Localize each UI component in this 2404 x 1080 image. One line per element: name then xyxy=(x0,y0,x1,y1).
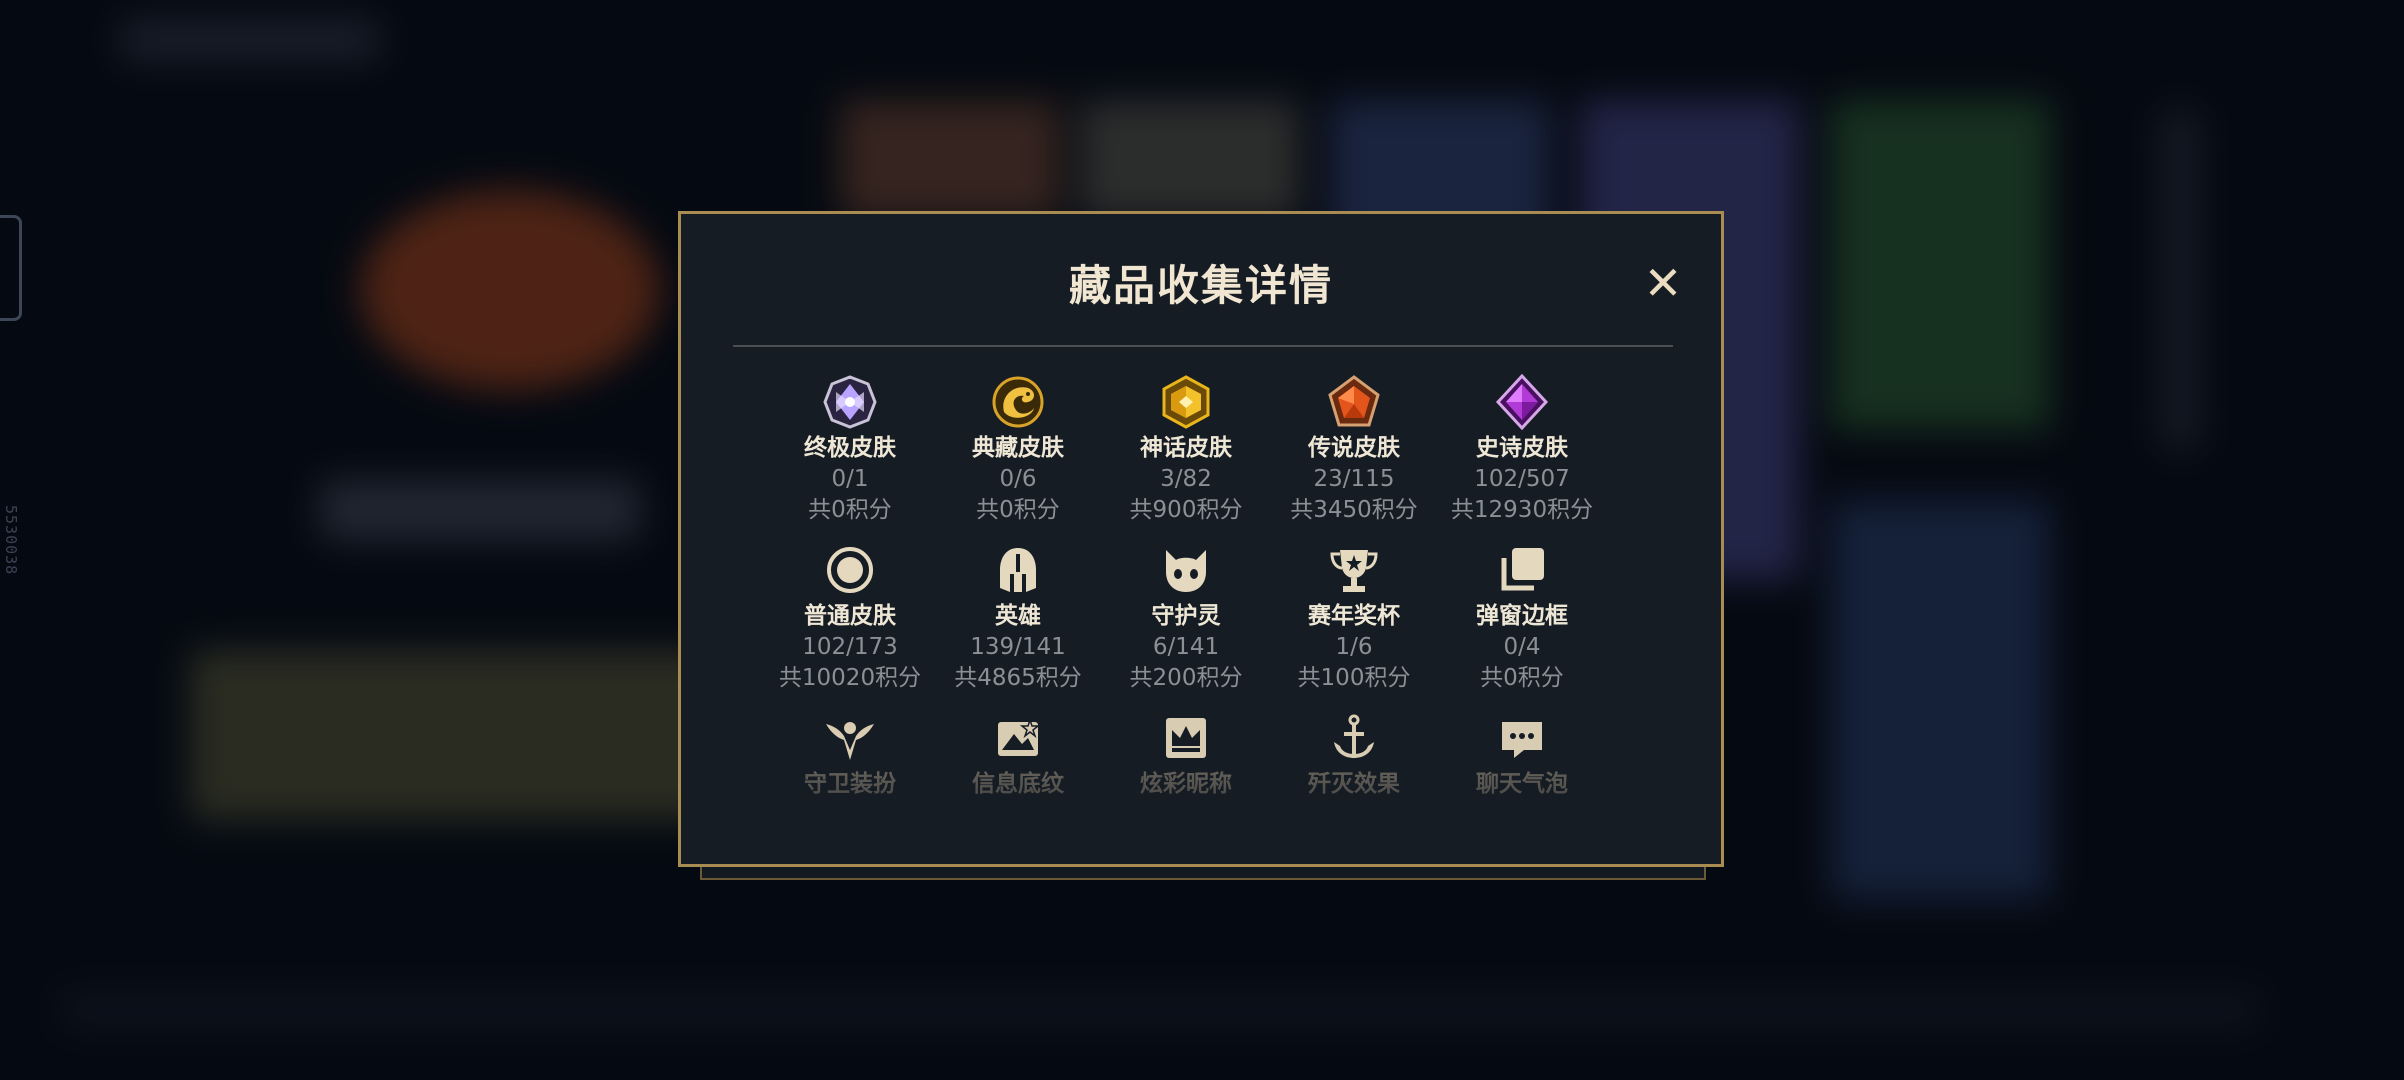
collection-item-chat-bubble[interactable]: 聊天气泡 xyxy=(1438,710,1606,800)
item-name: 英雄 xyxy=(995,603,1041,629)
collection-item-prestige-skin[interactable]: 典藏皮肤 0/6 共0积分 xyxy=(934,374,1102,526)
legendary-gem-icon xyxy=(1328,375,1380,427)
ward-skin-icon xyxy=(826,722,874,760)
season-trophy-icon xyxy=(1330,550,1378,592)
item-name: 守护灵 xyxy=(1151,603,1221,629)
collection-item-legendary-skin[interactable]: 传说皮肤 23/115 共3450积分 xyxy=(1270,374,1438,526)
item-count: 6/141 xyxy=(1152,634,1220,660)
side-hex-frame xyxy=(0,215,22,321)
item-count: 139/141 xyxy=(970,634,1066,660)
item-name: 弹窗边框 xyxy=(1476,603,1568,629)
modal-title: 藏品收集详情 xyxy=(1068,261,1333,310)
item-points: 共100积分 xyxy=(1297,665,1411,691)
collection-item-guardian[interactable]: 守护灵 6/141 共200积分 xyxy=(1102,542,1270,694)
item-count: 23/115 xyxy=(1313,466,1395,492)
ultimate-skin-gem-icon xyxy=(823,375,877,429)
item-name: 聊天气泡 xyxy=(1476,771,1568,797)
divider xyxy=(733,345,1673,347)
item-points: 共200积分 xyxy=(1129,665,1243,691)
anchor-effect-icon xyxy=(1334,714,1374,758)
item-points: 共10020积分 xyxy=(778,665,922,691)
item-name: 典藏皮肤 xyxy=(972,435,1064,461)
collection-item-regular-skin[interactable]: 普通皮肤 102/173 共10020积分 xyxy=(766,542,934,694)
popup-frame-icon xyxy=(1501,548,1544,591)
crown-nameplate-icon xyxy=(1166,718,1206,758)
side-code-text: 5530038 xyxy=(2,505,20,576)
collection-item-mythic-skin[interactable]: 神话皮肤 3/82 共900积分 xyxy=(1102,374,1270,526)
collection-item-ward-skin[interactable]: 守卫装扮 xyxy=(766,710,934,800)
item-count: 0/6 xyxy=(999,466,1037,492)
collection-item-takedown-effect[interactable]: 歼灭效果 xyxy=(1270,710,1438,800)
collection-item-ultimate-skin[interactable]: 终极皮肤 0/1 共0积分 xyxy=(766,374,934,526)
collection-item-season-trophy[interactable]: 赛年奖杯 1/6 共100积分 xyxy=(1270,542,1438,694)
item-name: 赛年奖杯 xyxy=(1308,603,1400,629)
collection-item-nameplate[interactable]: 炫彩昵称 xyxy=(1102,710,1270,800)
banner-icon xyxy=(998,717,1041,756)
chat-bubble-icon xyxy=(1502,722,1542,758)
item-count: 0/1 xyxy=(831,466,869,492)
collection-item-epic-skin[interactable]: 史诗皮肤 102/507 共12930积分 xyxy=(1438,374,1606,526)
collection-details-modal: 藏品收集详情 ✕ 终极皮肤 0/1 共0积分 典藏皮肤 0/6 共0积分 神话皮… xyxy=(678,211,1724,867)
guardian-spirit-icon xyxy=(1166,550,1206,592)
item-name: 歼灭效果 xyxy=(1308,771,1400,797)
epic-gem-icon xyxy=(1495,374,1549,430)
prestige-dragon-icon xyxy=(992,376,1044,428)
item-points: 共4865积分 xyxy=(954,665,1082,691)
item-points: 共0积分 xyxy=(976,497,1060,523)
item-points: 共900积分 xyxy=(1129,497,1243,523)
item-name: 普通皮肤 xyxy=(804,603,896,629)
item-points: 共0积分 xyxy=(808,497,892,523)
item-count: 0/4 xyxy=(1503,634,1541,660)
item-name: 炫彩昵称 xyxy=(1140,771,1232,797)
mythic-gem-icon xyxy=(1162,375,1210,429)
item-count: 102/173 xyxy=(802,634,898,660)
item-count: 1/6 xyxy=(1335,634,1373,660)
collection-item-popup-frame[interactable]: 弹窗边框 0/4 共0积分 xyxy=(1438,542,1606,694)
item-name: 史诗皮肤 xyxy=(1476,435,1568,461)
item-name: 守卫装扮 xyxy=(804,771,896,797)
close-icon[interactable]: ✕ xyxy=(1638,258,1688,308)
regular-skin-ring-icon xyxy=(827,547,873,593)
item-points: 共3450积分 xyxy=(1290,497,1418,523)
item-count: 102/507 xyxy=(1474,466,1570,492)
item-points: 共0积分 xyxy=(1480,665,1564,691)
item-name: 终极皮肤 xyxy=(804,435,896,461)
item-count: 3/82 xyxy=(1160,466,1212,492)
collection-item-champion[interactable]: 英雄 139/141 共4865积分 xyxy=(934,542,1102,694)
item-name: 神话皮肤 xyxy=(1140,435,1232,461)
item-name: 传说皮肤 xyxy=(1308,435,1400,461)
item-points: 共12930积分 xyxy=(1450,497,1594,523)
collection-item-banner[interactable]: 信息底纹 xyxy=(934,710,1102,800)
champion-helmet-icon xyxy=(1000,548,1036,592)
item-name: 信息底纹 xyxy=(972,771,1064,797)
